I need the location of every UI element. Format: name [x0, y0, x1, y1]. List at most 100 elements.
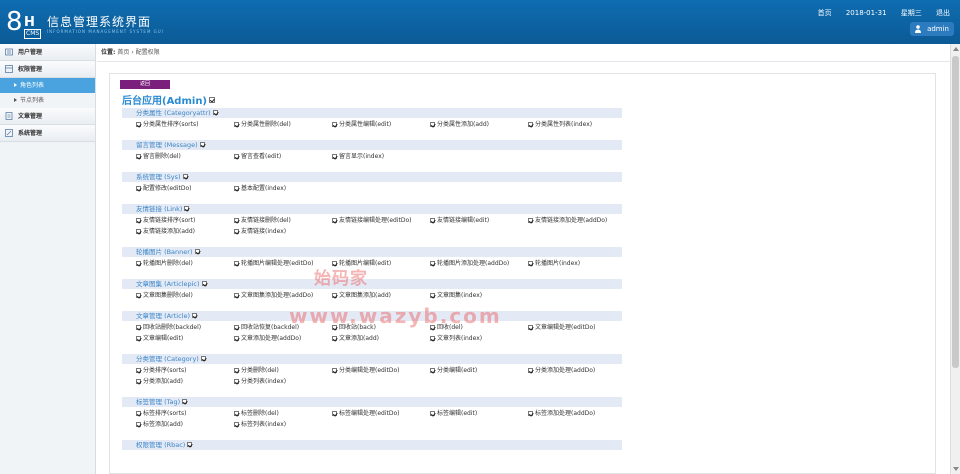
permission-checkbox[interactable]: [136, 422, 141, 427]
permission-item[interactable]: 文章图集(index): [430, 291, 482, 300]
permission-item[interactable]: 分类属性添加(add): [430, 120, 489, 129]
permission-checkbox[interactable]: [332, 154, 337, 159]
permission-checkbox[interactable]: [136, 379, 141, 384]
group-checkbox[interactable]: [194, 249, 200, 254]
permission-item[interactable]: 分类添加处理(addDo): [528, 366, 595, 375]
permission-checkbox[interactable]: [234, 336, 239, 341]
permission-item[interactable]: 分类编辑(edit): [430, 366, 477, 375]
permission-item[interactable]: 分类编辑处理(editDo): [332, 366, 400, 375]
sidebar-item-articles[interactable]: 文章管理: [0, 108, 95, 125]
permission-checkbox[interactable]: [332, 368, 337, 373]
user-menu[interactable]: admin: [910, 22, 954, 36]
permission-checkbox[interactable]: [136, 411, 141, 416]
permission-item[interactable]: 配置修改(editDo): [136, 184, 192, 193]
permission-item[interactable]: 分类列表(index): [234, 377, 286, 386]
permission-checkbox[interactable]: [528, 325, 533, 330]
permission-checkbox[interactable]: [136, 229, 141, 234]
permission-item[interactable]: 标签添加处理(addDo): [528, 409, 595, 418]
permission-item[interactable]: 友情链接添加处理(addDo): [528, 216, 607, 225]
permission-checkbox[interactable]: [234, 325, 239, 330]
breadcrumb-home[interactable]: 首页: [117, 49, 129, 56]
permission-item[interactable]: 标签排序(sorts): [136, 409, 186, 418]
permission-item[interactable]: 留言删除(del): [136, 152, 181, 161]
app-checkbox[interactable]: [209, 97, 216, 103]
permission-checkbox[interactable]: [136, 325, 141, 330]
permission-item[interactable]: 标签删除(del): [234, 409, 279, 418]
scrollbar-thumb[interactable]: [952, 56, 959, 368]
sidebar-item-node-list[interactable]: 节点列表: [0, 93, 95, 108]
permission-checkbox[interactable]: [332, 336, 337, 341]
permission-checkbox[interactable]: [136, 122, 141, 127]
permission-item[interactable]: 轮播图片(index): [528, 259, 580, 268]
permission-checkbox[interactable]: [430, 261, 435, 266]
permission-checkbox[interactable]: [332, 293, 337, 298]
permission-item[interactable]: 分类属性列表(index): [528, 120, 592, 129]
permission-checkbox[interactable]: [136, 186, 141, 191]
logo[interactable]: 8 H CMS: [6, 9, 44, 39]
logout-link[interactable]: 退出: [936, 9, 950, 17]
group-checkbox[interactable]: [187, 442, 193, 447]
permission-item[interactable]: 轮播图片添加处理(addDo): [430, 259, 509, 268]
permission-checkbox[interactable]: [528, 218, 533, 223]
group-checkbox[interactable]: [182, 399, 188, 404]
permission-item[interactable]: 友情链接(index): [234, 227, 286, 236]
permission-checkbox[interactable]: [234, 293, 239, 298]
scroll-up-icon[interactable]: [953, 47, 959, 51]
permission-checkbox[interactable]: [136, 261, 141, 266]
home-link[interactable]: 首页: [818, 9, 832, 17]
permission-item[interactable]: 文章图集添加处理(addDo): [234, 291, 313, 300]
permission-item[interactable]: 分类添加(add): [136, 377, 183, 386]
permission-checkbox[interactable]: [136, 218, 141, 223]
group-checkbox[interactable]: [184, 206, 190, 211]
permission-item[interactable]: 标签列表(index): [234, 420, 286, 429]
permission-checkbox[interactable]: [430, 411, 435, 416]
group-checkbox[interactable]: [182, 174, 188, 179]
permission-checkbox[interactable]: [136, 368, 141, 373]
permission-checkbox[interactable]: [234, 218, 239, 223]
permission-item[interactable]: 友情链接编辑处理(editDo): [332, 216, 412, 225]
scrollbar[interactable]: [950, 44, 960, 474]
permission-item[interactable]: 轮播图片编辑处理(editDo): [234, 259, 314, 268]
permission-item[interactable]: 文章列表(index): [430, 334, 482, 343]
permission-checkbox[interactable]: [234, 229, 239, 234]
permission-checkbox[interactable]: [234, 411, 239, 416]
permission-checkbox[interactable]: [332, 411, 337, 416]
permission-item[interactable]: 分类属性排序(sorts): [136, 120, 198, 129]
permission-checkbox[interactable]: [528, 122, 533, 127]
permission-checkbox[interactable]: [430, 218, 435, 223]
permission-checkbox[interactable]: [528, 411, 533, 416]
permission-item[interactable]: 文章添加(add): [332, 334, 379, 343]
sidebar-item-system[interactable]: 系统管理: [0, 125, 95, 142]
permission-checkbox[interactable]: [430, 293, 435, 298]
permission-checkbox[interactable]: [234, 422, 239, 427]
permission-checkbox[interactable]: [234, 186, 239, 191]
permission-item[interactable]: 标签编辑处理(editDo): [332, 409, 400, 418]
permission-item[interactable]: 文章图集删除(del): [136, 291, 193, 300]
group-checkbox[interactable]: [199, 142, 205, 147]
permission-checkbox[interactable]: [234, 368, 239, 373]
permission-checkbox[interactable]: [430, 122, 435, 127]
permission-checkbox[interactable]: [136, 293, 141, 298]
permission-item[interactable]: 文章添加处理(addDo): [234, 334, 301, 343]
permission-item[interactable]: 轮播图片删除(del): [136, 259, 193, 268]
permission-checkbox[interactable]: [430, 336, 435, 341]
permission-item[interactable]: 文章编辑(edit): [136, 334, 183, 343]
permission-checkbox[interactable]: [528, 261, 533, 266]
group-checkbox[interactable]: [192, 313, 197, 318]
permission-item[interactable]: 友情链接添加(add): [136, 227, 195, 236]
permission-checkbox[interactable]: [234, 261, 239, 266]
permission-item[interactable]: 标签添加(add): [136, 420, 183, 429]
permission-item[interactable]: 基本配置(index): [234, 184, 286, 193]
permission-checkbox[interactable]: [234, 154, 239, 159]
permission-checkbox[interactable]: [430, 368, 435, 373]
permission-item[interactable]: 回收站删除(backdel): [136, 323, 201, 332]
permission-item[interactable]: 留言查看(edit): [234, 152, 281, 161]
permission-checkbox[interactable]: [332, 122, 337, 127]
sidebar-item-role-list[interactable]: 角色列表: [0, 78, 95, 93]
permission-item[interactable]: 留言显示(index): [332, 152, 384, 161]
permission-item[interactable]: 分类删除(del): [234, 366, 279, 375]
permission-checkbox[interactable]: [234, 379, 239, 384]
permission-checkbox[interactable]: [136, 336, 141, 341]
sidebar-item-users[interactable]: 用户管理: [0, 44, 95, 61]
permission-checkbox[interactable]: [332, 218, 337, 223]
